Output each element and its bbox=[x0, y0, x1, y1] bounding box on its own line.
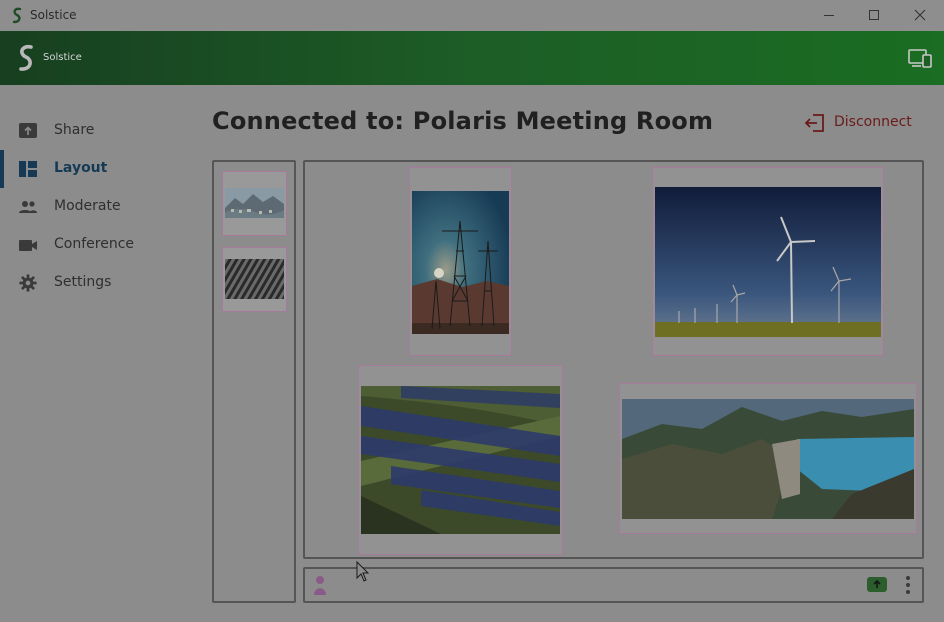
power-tower-photo bbox=[412, 191, 509, 334]
thumbnail-image bbox=[225, 188, 284, 218]
camera-icon bbox=[19, 240, 37, 251]
page-title: Connected to: Polaris Meeting Room bbox=[212, 107, 714, 135]
pattern-thumbnail[interactable] bbox=[222, 247, 287, 312]
dam-lake-photo bbox=[622, 399, 914, 519]
sidebar-item-moderate[interactable]: Moderate bbox=[0, 188, 200, 226]
close-button[interactable] bbox=[897, 0, 943, 31]
maximize-icon bbox=[869, 10, 879, 20]
minimize-icon bbox=[824, 15, 834, 16]
disconnect-icon bbox=[804, 114, 824, 132]
thumbnail-image bbox=[225, 259, 284, 299]
solar-farm-image[interactable] bbox=[358, 365, 563, 555]
sidebar-item-label: Share bbox=[54, 122, 95, 138]
layout-icon bbox=[19, 161, 37, 177]
active-indicator bbox=[0, 150, 4, 188]
layout-canvas bbox=[303, 160, 924, 559]
app-window: Solstice Solstice Share Layout Moderate … bbox=[0, 0, 944, 622]
sidebar-item-label: Layout bbox=[54, 160, 108, 176]
solstice-logo bbox=[19, 44, 33, 71]
user-icon[interactable] bbox=[313, 574, 327, 596]
maximize-button[interactable] bbox=[851, 0, 897, 31]
sidebar-item-label: Settings bbox=[54, 274, 112, 290]
device-icon[interactable] bbox=[908, 48, 932, 68]
solar-farm-photo bbox=[361, 386, 560, 534]
sidebar-item-label: Moderate bbox=[54, 198, 121, 214]
wind-turbines-image[interactable] bbox=[652, 167, 884, 356]
mountain-village-thumbnail[interactable] bbox=[222, 171, 287, 236]
more-options-icon[interactable] bbox=[905, 575, 911, 595]
bottom-bar bbox=[303, 567, 924, 603]
sidebar: Share Layout Moderate Conference Setting… bbox=[0, 85, 200, 622]
power-tower-image[interactable] bbox=[409, 167, 512, 356]
window-title: Solstice bbox=[30, 8, 77, 22]
thumbnail-strip bbox=[212, 160, 296, 603]
disconnect-label: Disconnect bbox=[834, 114, 912, 130]
app-header: Solstice bbox=[0, 31, 944, 85]
people-icon bbox=[19, 201, 37, 213]
sidebar-item-label: Conference bbox=[54, 236, 135, 252]
dam-lake-image[interactable] bbox=[619, 383, 917, 534]
brand-name: Solstice bbox=[43, 52, 82, 63]
sidebar-item-settings[interactable]: Settings bbox=[0, 264, 200, 302]
gear-icon bbox=[19, 274, 37, 292]
mouse-cursor-icon bbox=[356, 561, 370, 582]
solstice-logo-icon bbox=[12, 7, 22, 24]
sidebar-item-layout[interactable]: Layout bbox=[0, 150, 200, 188]
share-badge-icon[interactable] bbox=[867, 577, 887, 592]
wind-turbines-photo bbox=[655, 187, 881, 337]
share-icon bbox=[19, 123, 37, 138]
close-icon bbox=[914, 9, 926, 21]
title-bar: Solstice bbox=[0, 0, 944, 31]
sidebar-item-share[interactable]: Share bbox=[0, 112, 200, 150]
sidebar-item-conference[interactable]: Conference bbox=[0, 226, 200, 264]
minimize-button[interactable] bbox=[806, 0, 852, 31]
